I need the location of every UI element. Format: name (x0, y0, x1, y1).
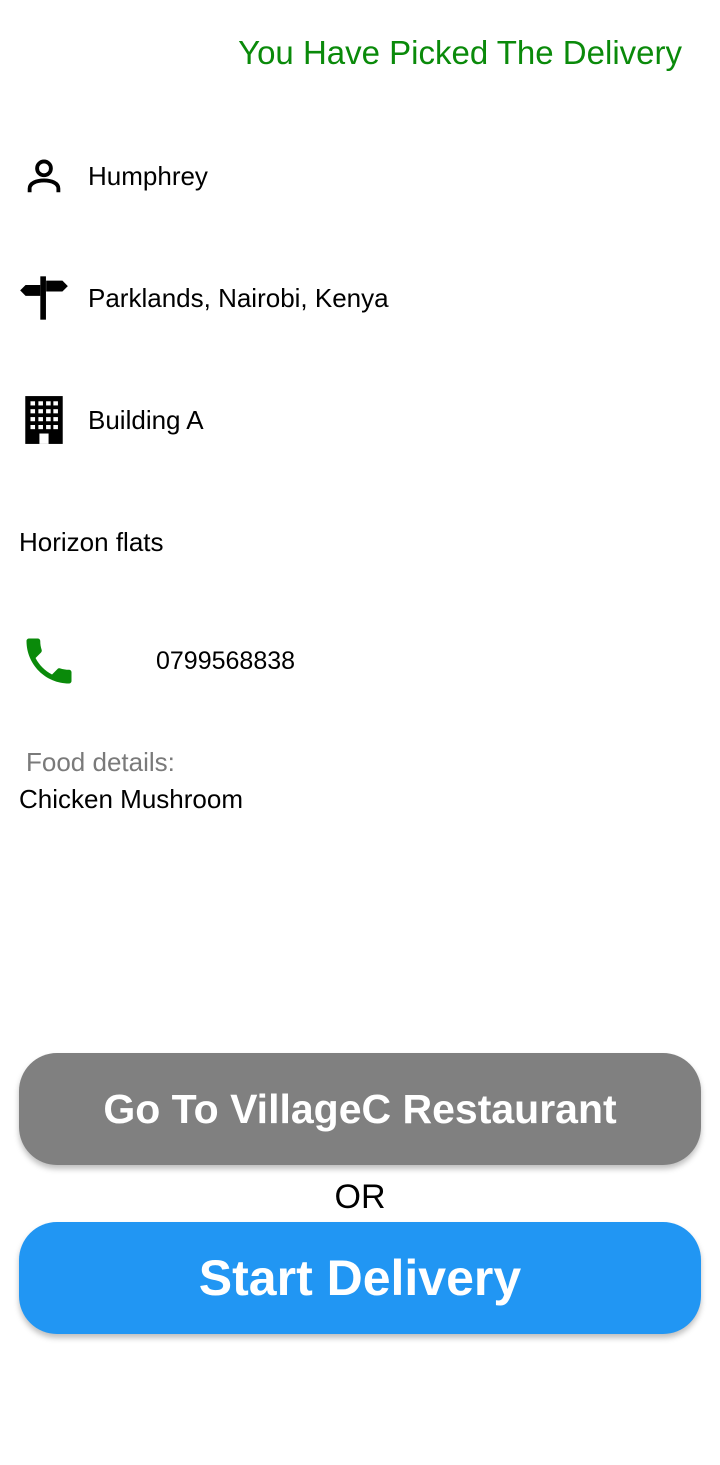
go-to-restaurant-button[interactable]: Go To VillageC Restaurant (19, 1053, 701, 1165)
signpost-icon (18, 272, 70, 324)
start-delivery-button[interactable]: Start Delivery (19, 1222, 701, 1334)
customer-building: Building A (88, 404, 204, 435)
customer-phone-row[interactable]: 0799568838 (18, 630, 295, 692)
food-details-label: Food details: (26, 747, 175, 777)
phone-icon[interactable] (18, 630, 80, 692)
customer-location-row: Parklands, Nairobi, Kenya (18, 272, 389, 324)
customer-phone-number[interactable]: 0799568838 (156, 647, 295, 676)
building-icon (18, 394, 70, 446)
customer-name-row: Humphrey (18, 150, 208, 202)
customer-flats: Horizon flats (19, 527, 164, 557)
customer-name: Humphrey (88, 160, 208, 191)
delivery-status-title: You Have Picked The Delivery (238, 34, 682, 71)
person-icon (18, 150, 70, 202)
customer-location: Parklands, Nairobi, Kenya (88, 282, 389, 313)
or-separator: OR (334, 1178, 386, 1216)
food-details-value: Chicken Mushroom (19, 784, 243, 814)
customer-building-row: Building A (18, 394, 204, 446)
